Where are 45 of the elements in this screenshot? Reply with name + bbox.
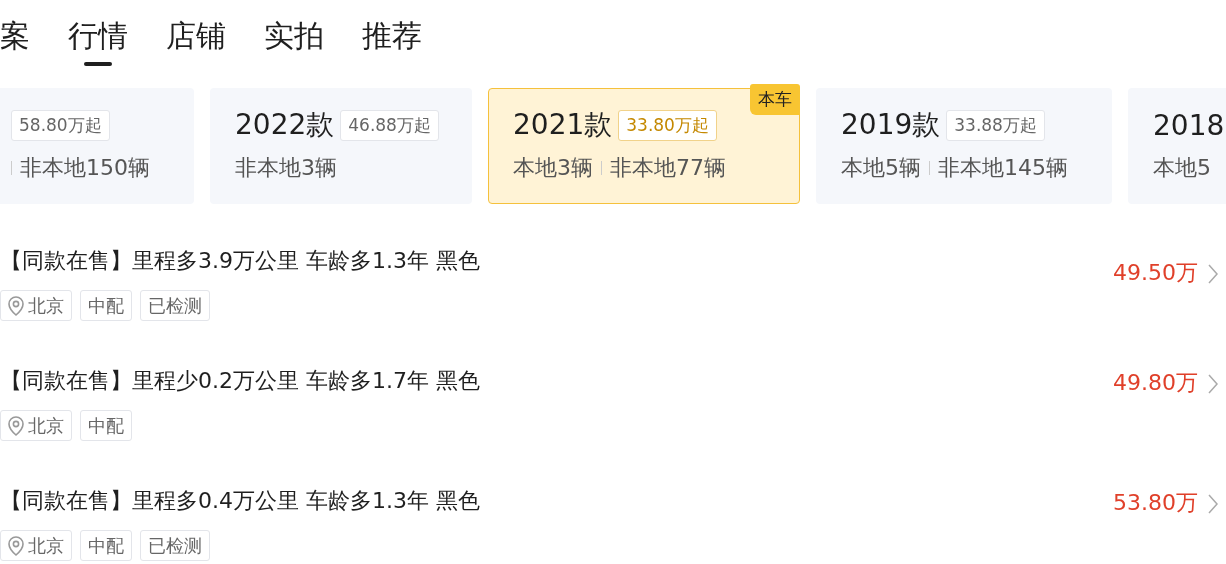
tag: 已检测: [140, 530, 210, 561]
tag: 已检测: [140, 290, 210, 321]
listing-title[interactable]: 【同款在售】里程多0.4万公里 车龄多1.3年 黑色: [0, 486, 480, 516]
model-year: 2022款: [235, 107, 335, 143]
listing-title[interactable]: 【同款在售】里程多3.9万公里 车龄多1.3年 黑色: [0, 246, 480, 276]
tab[interactable]: 店铺: [166, 16, 226, 66]
model-year-card[interactable]: 2019款 33.88万起 本地5辆 非本地145辆: [816, 88, 1112, 204]
chevron-right-icon[interactable]: [1208, 494, 1218, 514]
price-tag: 58.80万起: [11, 109, 110, 141]
local-count: 本地3辆: [513, 154, 593, 182]
listing-title[interactable]: 【同款在售】里程少0.2万公里 车龄多1.7年 黑色: [0, 366, 480, 396]
price-tag: 33.80万起: [618, 109, 717, 141]
tab[interactable]: 实拍: [264, 16, 324, 66]
nonlocal-count: 非本地77辆: [610, 154, 726, 182]
price-tag: 33.88万起: [946, 109, 1045, 141]
tag: 中配: [80, 410, 132, 441]
location-pin-icon: [8, 415, 24, 436]
location-pin-icon: [8, 535, 24, 556]
tag: 北京: [0, 290, 72, 321]
tag: 北京: [0, 410, 72, 441]
model-year-card[interactable]: 2018 本地5: [1128, 88, 1226, 204]
tag: 中配: [80, 530, 132, 561]
tag: 中配: [80, 290, 132, 321]
badge: 本车: [750, 84, 800, 115]
model-year-card[interactable]: 58.80万起 非本地150辆: [0, 88, 194, 204]
nonlocal-count: 非本地150辆: [20, 154, 150, 182]
model-year: 2018: [1153, 108, 1225, 142]
price-tag: 46.88万起: [340, 109, 439, 141]
tab[interactable]: 行情: [68, 16, 128, 66]
location-pin-icon: [8, 295, 24, 316]
tab[interactable]: 案: [0, 16, 30, 66]
price: 49.80万: [1113, 369, 1198, 397]
nonlocal-count: 非本地145辆: [938, 154, 1068, 182]
model-year-card[interactable]: 2022款 46.88万起 非本地3辆: [210, 88, 472, 204]
local-count: 本地5辆: [841, 154, 921, 182]
tab[interactable]: 推荐: [362, 16, 422, 66]
local-count: 本地5: [1153, 154, 1211, 182]
price: 53.80万: [1113, 489, 1198, 517]
nonlocal-count: 非本地3辆: [235, 154, 337, 182]
model-year: 2019款: [841, 107, 941, 143]
tag: 北京: [0, 530, 72, 561]
price: 49.50万: [1113, 259, 1198, 287]
chevron-right-icon[interactable]: [1208, 264, 1218, 284]
model-year: 2021款: [513, 107, 613, 143]
chevron-right-icon[interactable]: [1208, 374, 1218, 394]
